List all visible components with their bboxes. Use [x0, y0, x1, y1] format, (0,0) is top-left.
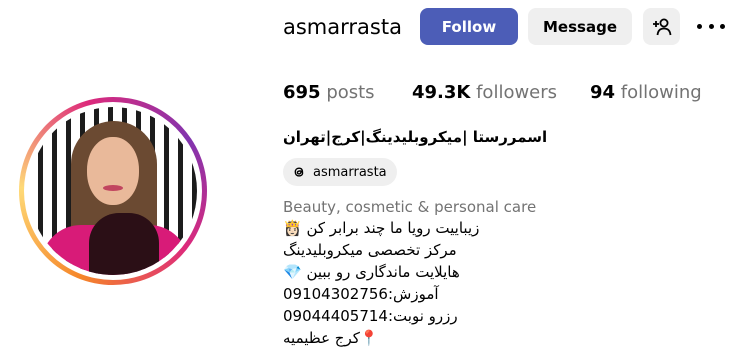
- posts-stat: 695 posts: [283, 82, 375, 103]
- message-button[interactable]: Message: [528, 8, 632, 45]
- threads-link[interactable]: asmarrasta: [283, 158, 397, 186]
- avatar-border: [24, 102, 202, 280]
- dot: [697, 23, 702, 29]
- dot: [720, 23, 725, 29]
- suggest-users-button[interactable]: [643, 8, 680, 45]
- add-user-icon: [652, 18, 671, 35]
- avatar-face: [87, 137, 139, 205]
- bio-line: زیباییت رویا ما چند برابر کن 👸🏻: [283, 219, 480, 237]
- bio-line: مرکز تخصصی میکروبلیدینگ: [283, 241, 457, 259]
- posts-label: posts: [326, 82, 375, 103]
- more-options-icon[interactable]: [697, 14, 725, 38]
- bio-line: رزرو نوبت:09044405714: [283, 307, 458, 325]
- bio-line: آموزش:09104302756: [283, 285, 439, 303]
- bio-line: 📍کرج عظیمیه: [283, 329, 379, 347]
- bio-line: هایلایت ماندگاری رو ببین 💎: [283, 263, 460, 281]
- avatar-photo: [29, 107, 197, 275]
- avatar-lips: [103, 185, 123, 191]
- profile-category: Beauty, cosmetic & personal care: [283, 198, 537, 216]
- threads-handle: asmarrasta: [313, 164, 387, 180]
- threads-icon: [294, 167, 304, 177]
- profile-username: asmarrasta: [283, 15, 402, 39]
- following-count: 94: [590, 82, 616, 103]
- followers-stat[interactable]: 49.3K followers: [412, 82, 557, 103]
- profile-full-name: اسمررستا |میکروبلیدینگ|کرج|تهران: [283, 128, 548, 146]
- avatar-scarf: [89, 213, 159, 275]
- followers-label: followers: [476, 82, 558, 103]
- follow-button[interactable]: Follow: [420, 8, 518, 45]
- followers-count: 49.3K: [412, 82, 471, 103]
- dot: [708, 23, 714, 29]
- posts-count: 695: [283, 82, 321, 103]
- following-stat[interactable]: 94 following: [590, 82, 702, 103]
- profile-avatar[interactable]: [19, 97, 207, 285]
- following-label: following: [620, 82, 702, 103]
